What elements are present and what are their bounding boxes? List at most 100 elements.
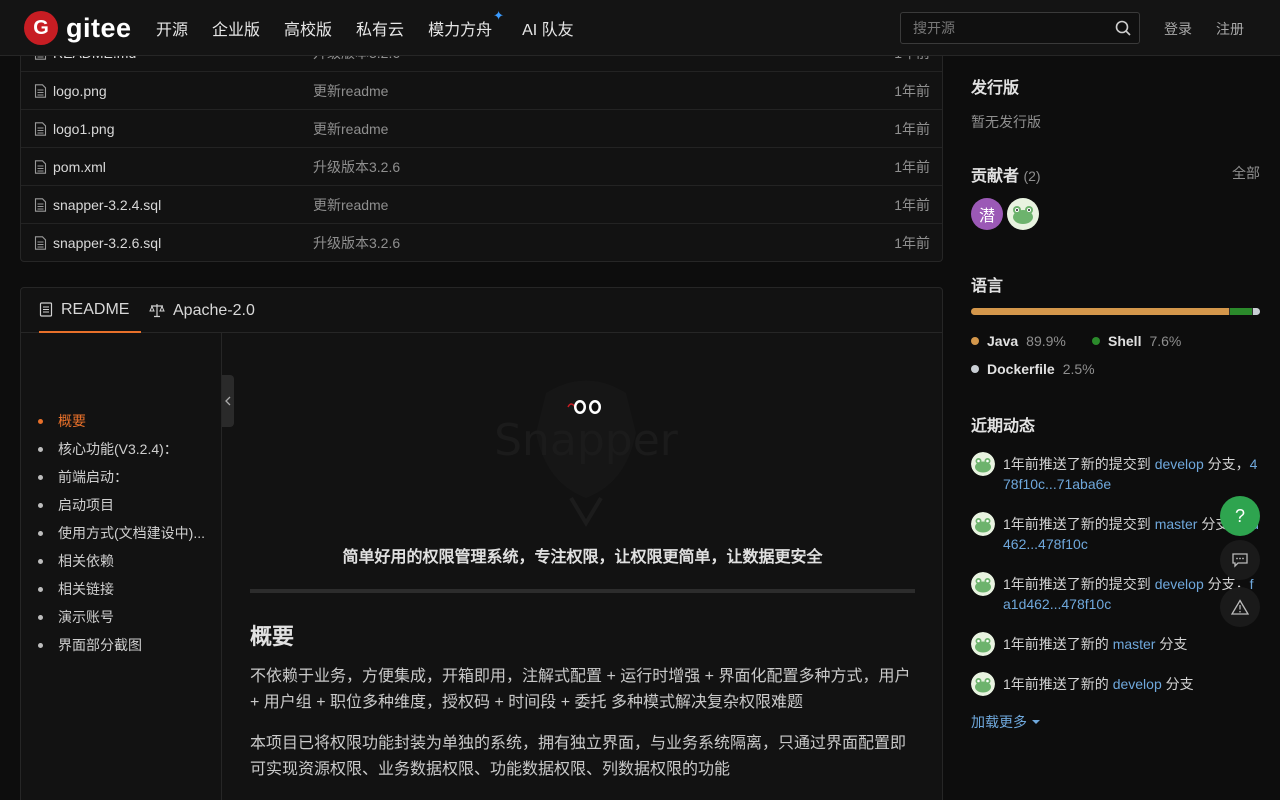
toc-label: 前端启动： bbox=[58, 469, 128, 485]
branch-link[interactable]: master bbox=[1113, 636, 1156, 652]
frog-avatar-icon[interactable] bbox=[971, 572, 995, 596]
file-commit-message[interactable]: 升级版本3.2.6 bbox=[313, 157, 400, 177]
file-name[interactable]: logo.png bbox=[53, 83, 107, 99]
toc-item[interactable]: 启动项目 bbox=[38, 495, 114, 515]
file-commit-message[interactable]: 更新readme bbox=[313, 195, 388, 215]
nav-open-source[interactable]: 开源 bbox=[156, 16, 188, 40]
warning-icon bbox=[1231, 599, 1249, 615]
toc-bullet bbox=[38, 418, 43, 424]
toc-bullet bbox=[38, 530, 43, 536]
tab-readme[interactable]: README bbox=[39, 288, 142, 333]
activity-item: 1年前推送了新的提交到 develop 分支，478f10c...71aba6e bbox=[971, 452, 1261, 494]
release-empty-text: 暂无发行版 bbox=[971, 114, 1041, 130]
frog-avatar-icon[interactable] bbox=[971, 452, 995, 476]
search-icon[interactable] bbox=[1107, 12, 1139, 44]
file-commit-message[interactable]: 更新readme bbox=[313, 119, 388, 139]
file-row[interactable]: logo1.png 更新readme 1年前 bbox=[21, 110, 942, 148]
file-list: README.md 升级版本3.2.6 1年前 logo.png 更新readm… bbox=[20, 34, 943, 262]
file-row[interactable]: pom.xml 升级版本3.2.6 1年前 bbox=[21, 148, 942, 186]
nav-enterprise[interactable]: 企业版 bbox=[212, 16, 260, 40]
activity-prefix: 1年前推送了新的 bbox=[1003, 636, 1113, 652]
file-icon bbox=[34, 236, 47, 250]
file-name[interactable]: logo1.png bbox=[53, 121, 115, 137]
toc-item[interactable]: 相关依赖 bbox=[38, 551, 114, 571]
branch-link[interactable]: master bbox=[1155, 516, 1198, 532]
toc-item[interactable]: 前端启动： bbox=[38, 467, 128, 487]
toc-item[interactable]: 界面部分截图 bbox=[38, 635, 142, 655]
branch-link[interactable]: develop bbox=[1113, 676, 1162, 692]
activity-item: 1年前推送了新的 develop 分支 bbox=[971, 672, 1261, 696]
file-name[interactable]: pom.xml bbox=[53, 159, 106, 175]
register-link[interactable]: 注册 bbox=[1216, 19, 1244, 39]
contributors-all-link[interactable]: 全部 bbox=[1232, 163, 1260, 183]
help-button[interactable]: ? bbox=[1220, 496, 1260, 536]
load-more-label: 加载更多 bbox=[971, 714, 1027, 730]
activity-prefix: 1年前推送了新的提交到 bbox=[1003, 576, 1155, 592]
tab-license[interactable]: Apache-2.0 bbox=[149, 288, 255, 333]
activity-item: 1年前推送了新的提交到 master 分支，1d462...478f10c bbox=[971, 512, 1261, 554]
readme-tagline: 简单好用的权限管理系统，专注权限，让权限更简单，让数据更安全 bbox=[342, 549, 823, 566]
language-bar-segment bbox=[1252, 308, 1260, 315]
toc-bullet bbox=[38, 474, 43, 480]
toc-item[interactable]: 核心功能(V3.2.4)： bbox=[38, 439, 178, 459]
search-input[interactable] bbox=[901, 20, 1107, 36]
readme-divider bbox=[250, 589, 915, 593]
activity-suffix: 分支 bbox=[1155, 636, 1188, 652]
activity-suffix: 分支 bbox=[1161, 676, 1194, 692]
file-row[interactable]: snapper-3.2.4.sql 更新readme 1年前 bbox=[21, 186, 942, 224]
toc-item[interactable]: 使用方式(文档建设中)... bbox=[38, 523, 205, 543]
toc-label: 核心功能(V3.2.4)： bbox=[58, 441, 178, 457]
frog-avatar-icon[interactable] bbox=[971, 512, 995, 536]
branch-link[interactable]: develop bbox=[1155, 576, 1204, 592]
contributors-title: 贡献者 (2) bbox=[971, 162, 1041, 186]
load-more-button[interactable]: 加载更多 bbox=[971, 712, 1045, 732]
language-name: Dockerfile bbox=[987, 361, 1055, 377]
toc-label: 启动项目 bbox=[58, 497, 114, 513]
file-name[interactable]: snapper-3.2.4.sql bbox=[53, 197, 161, 213]
readme-paragraph: 不依赖于业务，方便集成，开箱即用，注解式配置 + 运行时增强 + 界面化配置多种… bbox=[250, 668, 911, 711]
readme-tabs: README Apache-2.0 bbox=[21, 288, 942, 333]
file-icon bbox=[34, 198, 47, 212]
activity-prefix: 1年前推送了新的 bbox=[1003, 676, 1113, 692]
contributors-title-label: 贡献者 bbox=[971, 168, 1020, 185]
document-icon bbox=[39, 302, 53, 317]
file-row[interactable]: logo.png 更新readme 1年前 bbox=[21, 72, 942, 110]
frog-avatar-icon[interactable] bbox=[971, 632, 995, 656]
toc-item[interactable]: 概要 bbox=[38, 411, 86, 431]
toc-label: 概要 bbox=[58, 413, 86, 429]
nav-ai-teammate[interactable]: AI 队友 bbox=[522, 16, 574, 40]
file-row[interactable]: snapper-3.2.6.sql 升级版本3.2.6 1年前 bbox=[21, 224, 942, 261]
gitee-logo[interactable]: G gitee bbox=[24, 11, 132, 45]
report-button[interactable] bbox=[1220, 587, 1260, 627]
toc-item[interactable]: 相关链接 bbox=[38, 579, 114, 599]
frog-avatar-icon[interactable] bbox=[971, 672, 995, 696]
caret-down-icon bbox=[1032, 720, 1040, 724]
toc-item[interactable]: 演示账号 bbox=[38, 607, 114, 627]
main-nav: 开源 企业版 高校版 私有云 模力方舟 ✦ AI 队友 bbox=[156, 0, 598, 56]
contributor-avatar[interactable]: 潜 bbox=[971, 198, 1003, 230]
nav-education[interactable]: 高校版 bbox=[284, 16, 332, 40]
login-link[interactable]: 登录 bbox=[1164, 19, 1192, 39]
contributor-avatar[interactable] bbox=[1007, 198, 1039, 230]
language-java: Java 89.9% bbox=[971, 333, 1066, 349]
file-commit-message[interactable]: 升级版本3.2.6 bbox=[313, 233, 400, 253]
file-commit-message[interactable]: 更新readme bbox=[313, 81, 388, 101]
activity-text: 1年前推送了新的提交到 develop 分支，478f10c...71aba6e bbox=[1003, 454, 1261, 494]
nav-moli-fangzhou[interactable]: 模力方舟 ✦ bbox=[428, 8, 504, 40]
nav-private-cloud[interactable]: 私有云 bbox=[356, 16, 404, 40]
top-header: G gitee 开源 企业版 高校版 私有云 模力方舟✦ AI 队友 登录 注册 bbox=[0, 0, 1280, 56]
toc-collapse-handle[interactable] bbox=[222, 375, 234, 427]
search-box bbox=[900, 12, 1140, 44]
file-name[interactable]: snapper-3.2.6.sql bbox=[53, 235, 161, 251]
language-bar-segment bbox=[1230, 308, 1252, 315]
release-title: 发行版 bbox=[971, 80, 1020, 97]
file-icon bbox=[34, 122, 47, 136]
toc-bullet bbox=[38, 558, 43, 564]
feedback-button[interactable] bbox=[1220, 540, 1260, 580]
language-percent: 2.5% bbox=[1062, 361, 1095, 377]
activity-suffix: 分支， bbox=[1203, 456, 1250, 472]
language-dockerfile: Dockerfile 2.5% bbox=[971, 361, 1095, 377]
language-dot bbox=[971, 337, 979, 345]
branch-link[interactable]: develop bbox=[1155, 456, 1204, 472]
file-icon bbox=[34, 84, 47, 98]
